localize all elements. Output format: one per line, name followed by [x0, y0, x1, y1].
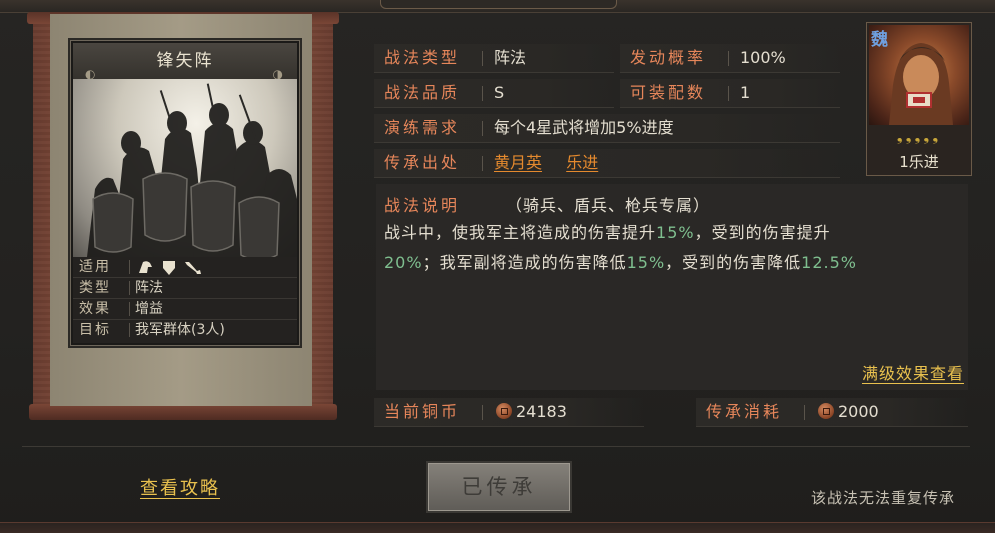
view-guide-link[interactable]: 查看攻略 [140, 474, 220, 500]
field-training-requirement: 演练需求 每个4星武将增加5%进度 [374, 114, 840, 143]
field-tactic-quality: 战法品质 S [374, 79, 614, 108]
max-level-effect-link[interactable]: 满级效果查看 [862, 360, 964, 384]
info-row-effect: 效果 增益 [73, 299, 297, 320]
field-current-copper: 当前铜币 24183 [374, 398, 644, 427]
general-portrait-card[interactable]: 魏 ❟❟❟❟❟ 1乐进 [866, 22, 972, 176]
footer-divider [22, 446, 970, 447]
source-link-yue-jin[interactable]: 乐进 [566, 153, 598, 172]
field-trigger-rate: 发动概率 100% [620, 44, 840, 73]
scroll-roll-bottom [29, 404, 337, 420]
cannot-reinherit-note: 该战法无法重复传承 [810, 489, 955, 507]
field-inheritance-source: 传承出处 黄月英 乐进 [374, 149, 840, 178]
troop-restriction: （骑兵、盾兵、枪兵专属） [506, 196, 711, 215]
field-inheritance-cost: 传承消耗 2000 [696, 398, 968, 427]
copper-coin-icon [818, 403, 834, 419]
source-link-huang-yueying[interactable]: 黄月英 [494, 153, 542, 172]
field-tactic-type: 战法类型 阵法 [374, 44, 614, 73]
cavalry-icon [139, 261, 152, 273]
description-text: 战斗中，使我军主将造成的伤害提升15%，受到的伤害提升 20%；我军副将造成的伤… [384, 223, 857, 272]
soldier-silhouettes-image [87, 83, 297, 257]
description-label: 战法说明 [384, 196, 461, 215]
info-row-type: 类型 阵法 [73, 278, 297, 299]
top-ornament [380, 0, 617, 9]
field-equip-slots: 可装配数 1 [620, 79, 840, 108]
tactic-card: ◐ 锋矢阵 ◑ 适用 类型 阵法 效果 增益 目标 我军群体(3人) [70, 40, 300, 346]
inherited-button[interactable]: 已传承 [426, 461, 572, 513]
tactic-card-info: 适用 类型 阵法 效果 增益 目标 我军群体(3人) [73, 257, 297, 343]
shield-icon [163, 261, 175, 275]
info-row-target: 目标 我军群体(3人) [79, 322, 225, 338]
info-row-applicable: 适用 [73, 257, 297, 278]
spear-icon [185, 262, 201, 274]
tactic-card-title: ◐ 锋矢阵 ◑ [73, 43, 297, 81]
star-rating: ❟❟❟❟❟ [896, 127, 942, 145]
tactic-illustration [73, 79, 297, 257]
copper-coin-icon [496, 403, 512, 419]
general-name: 1乐进 [899, 153, 939, 171]
tactic-description-panel: 战法说明 （骑兵、盾兵、枪兵专属） 战斗中，使我军主将造成的伤害提升15%，受到… [376, 184, 968, 390]
bottom-border [0, 522, 995, 533]
faction-wei-badge: 魏 [871, 30, 888, 50]
